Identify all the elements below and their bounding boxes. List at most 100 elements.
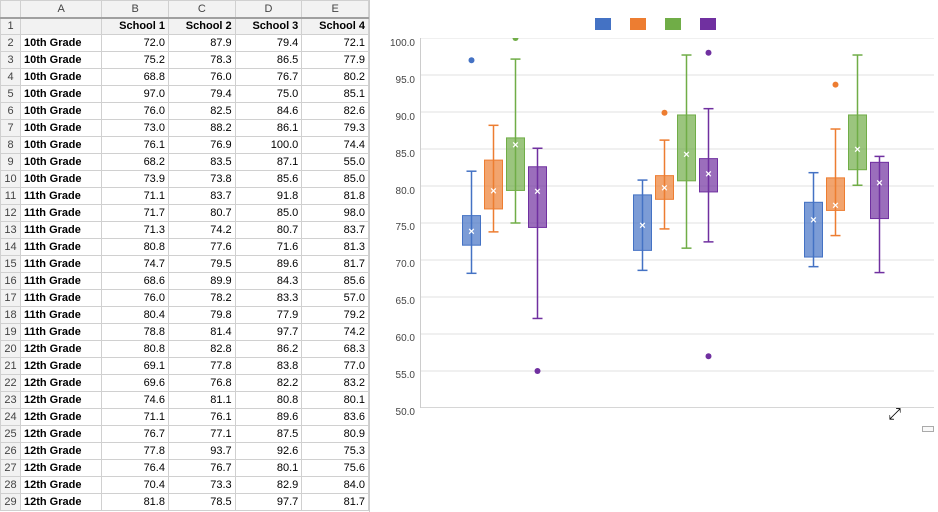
cell-r13-c3: 77.6	[168, 239, 235, 256]
cell-r12-c1: 11th Grade	[21, 222, 102, 239]
cell-r14-c0: 15	[1, 256, 21, 273]
cell-r4-c1: 10th Grade	[21, 86, 102, 103]
cell-r9-c0: 10	[1, 171, 21, 188]
cell-r16-c4: 83.3	[235, 290, 302, 307]
cell-r10-c3: 83.7	[168, 188, 235, 205]
cell-r12-c2: 71.3	[102, 222, 169, 239]
y-axis-label: 95.0	[396, 75, 415, 86]
cell-r20-c4: 83.8	[235, 358, 302, 375]
legend-box-school4	[700, 18, 716, 30]
cell-r28-c2: 81.8	[102, 494, 169, 511]
y-axis-label: 100.0	[390, 38, 415, 49]
y-axis-label: 90.0	[396, 112, 415, 123]
cell-r7-c0: 8	[1, 137, 21, 154]
cell-r7-c5: 74.4	[302, 137, 369, 154]
cell-r17-c4: 77.9	[235, 307, 302, 324]
cell-r3-c4: 76.7	[235, 69, 302, 86]
cell-r12-c0: 13	[1, 222, 21, 239]
cell-r2-c3: 78.3	[168, 52, 235, 69]
cell-r15-c0: 16	[1, 273, 21, 290]
cell-r25-c3: 93.7	[168, 443, 235, 460]
cell-r15-c2: 68.6	[102, 273, 169, 290]
cell-r11-c5: 98.0	[302, 205, 369, 222]
cell-r18-c0: 19	[1, 324, 21, 341]
cell-r23-c5: 83.6	[302, 409, 369, 426]
cell-r11-c4: 85.0	[235, 205, 302, 222]
cell-r1-c1: 10th Grade	[21, 35, 102, 52]
cell-r28-c1: 12th Grade	[21, 494, 102, 511]
svg-text:×: ×	[705, 168, 711, 180]
cell-r27-c5: 84.0	[302, 477, 369, 494]
y-axis-label: 85.0	[396, 149, 415, 160]
cell-r13-c0: 14	[1, 239, 21, 256]
cell-r3-c0: 4	[1, 69, 21, 86]
cell-r28-c5: 81.7	[302, 494, 369, 511]
cell-r20-c5: 77.0	[302, 358, 369, 375]
col-header-c: C	[168, 1, 235, 18]
svg-text:×: ×	[490, 185, 496, 197]
cell-r24-c5: 80.9	[302, 426, 369, 443]
svg-text:×: ×	[534, 186, 540, 198]
cell-r16-c5: 57.0	[302, 290, 369, 307]
cell-r9-c5: 85.0	[302, 171, 369, 188]
cell-r18-c5: 74.2	[302, 324, 369, 341]
cell-r5-c0: 6	[1, 103, 21, 120]
cell-r24-c1: 12th Grade	[21, 426, 102, 443]
cell-r18-c1: 11th Grade	[21, 324, 102, 341]
cell-r26-c3: 76.7	[168, 460, 235, 477]
cell-r13-c5: 81.3	[302, 239, 369, 256]
cell-r27-c4: 82.9	[235, 477, 302, 494]
legend-box-school1	[595, 18, 611, 30]
cell-r9-c1: 10th Grade	[21, 171, 102, 188]
cell-r1-c3: 87.9	[168, 35, 235, 52]
cell-r24-c4: 87.5	[235, 426, 302, 443]
cell-r21-c2: 69.6	[102, 375, 169, 392]
cell-r6-c2: 73.0	[102, 120, 169, 137]
y-axis-label: 55.0	[396, 370, 415, 381]
legend-school4	[700, 18, 720, 30]
col-header-d: D	[235, 1, 302, 18]
corner-cell	[1, 1, 21, 18]
cell-r13-c2: 80.8	[102, 239, 169, 256]
cell-r13-c4: 71.6	[235, 239, 302, 256]
chart-legend	[380, 18, 934, 30]
cell-r6-c1: 10th Grade	[21, 120, 102, 137]
cell-r4-c2: 97.0	[102, 86, 169, 103]
cell-r2-c4: 86.5	[235, 52, 302, 69]
cell-r26-c4: 80.1	[235, 460, 302, 477]
col-header-a: A	[21, 1, 102, 18]
cell-r9-c2: 73.9	[102, 171, 169, 188]
cell-r2-c2: 75.2	[102, 52, 169, 69]
cell-r12-c4: 80.7	[235, 222, 302, 239]
cell-r26-c5: 75.6	[302, 460, 369, 477]
cell-r10-c1: 11th Grade	[21, 188, 102, 205]
svg-text:×: ×	[683, 149, 689, 161]
cell-r6-c4: 86.1	[235, 120, 302, 137]
cell-r4-c5: 85.1	[302, 86, 369, 103]
cell-r25-c2: 77.8	[102, 443, 169, 460]
cell-r22-c0: 23	[1, 392, 21, 409]
cell-r12-c5: 83.7	[302, 222, 369, 239]
cell-r10-c4: 91.8	[235, 188, 302, 205]
col-header-e: E	[302, 1, 369, 18]
cell-r0-c2: School 1	[102, 18, 169, 35]
y-axis-label: 80.0	[396, 186, 415, 197]
legend-school1	[595, 18, 615, 30]
cell-r20-c0: 21	[1, 358, 21, 375]
cell-r25-c0: 26	[1, 443, 21, 460]
cell-r15-c4: 84.3	[235, 273, 302, 290]
cell-r1-c0: 2	[1, 35, 21, 52]
cell-r1-c5: 72.1	[302, 35, 369, 52]
cell-r6-c0: 7	[1, 120, 21, 137]
cell-r4-c0: 5	[1, 86, 21, 103]
svg-text:×: ×	[639, 220, 645, 232]
y-axis-label: 50.0	[396, 407, 415, 418]
cell-r14-c2: 74.7	[102, 256, 169, 273]
cell-r23-c4: 89.6	[235, 409, 302, 426]
cell-r27-c0: 28	[1, 477, 21, 494]
plot-area: ××××××××××××	[420, 38, 934, 408]
cell-r8-c2: 68.2	[102, 154, 169, 171]
cell-r25-c1: 12th Grade	[21, 443, 102, 460]
cell-r21-c1: 12th Grade	[21, 375, 102, 392]
cell-r4-c4: 75.0	[235, 86, 302, 103]
